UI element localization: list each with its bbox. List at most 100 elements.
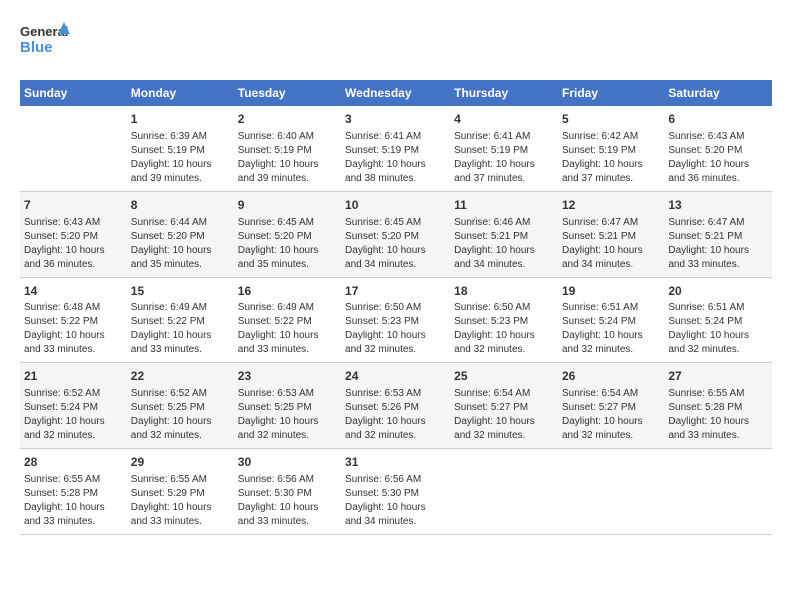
- calendar-row: 28 Sunrise: 6:55 AM Sunset: 5:28 PM Dayli…: [20, 449, 772, 535]
- calendar-cell: 24 Sunrise: 6:53 AM Sunset: 5:26 PM Dayli…: [341, 363, 450, 449]
- calendar-row: 1Sunrise: 6:39 AM Sunset: 5:19 PM Daylig…: [20, 106, 772, 191]
- calendar-row: 21 Sunrise: 6:52 AM Sunset: 5:24 PM Dayli…: [20, 363, 772, 449]
- day-info: Sunrise: 6:45 AM Sunset: 5:20 PM Dayligh…: [238, 216, 337, 272]
- weekday-header: Thursday: [450, 80, 558, 106]
- calendar-cell: 28 Sunrise: 6:55 AM Sunset: 5:28 PM Dayli…: [20, 449, 127, 535]
- day-info: Sunrise: 6:46 AM Sunset: 5:21 PM Dayligh…: [454, 216, 554, 272]
- page-header: General Blue: [20, 20, 772, 64]
- day-number: 1: [131, 111, 230, 128]
- day-info: Sunrise: 6:55 AM Sunset: 5:28 PM Dayligh…: [668, 387, 768, 443]
- calendar-cell: 1Sunrise: 6:39 AM Sunset: 5:19 PM Daylig…: [127, 106, 234, 191]
- day-info: Sunrise: 6:51 AM Sunset: 5:24 PM Dayligh…: [562, 301, 660, 357]
- day-info: Sunrise: 6:55 AM Sunset: 5:28 PM Dayligh…: [24, 473, 123, 529]
- weekday-header: Wednesday: [341, 80, 450, 106]
- day-info: Sunrise: 6:55 AM Sunset: 5:29 PM Dayligh…: [131, 473, 230, 529]
- calendar-cell: 3Sunrise: 6:41 AM Sunset: 5:19 PM Daylig…: [341, 106, 450, 191]
- day-number: 26: [562, 368, 660, 385]
- day-info: Sunrise: 6:56 AM Sunset: 5:30 PM Dayligh…: [345, 473, 446, 529]
- day-number: 21: [24, 368, 123, 385]
- day-info: Sunrise: 6:53 AM Sunset: 5:25 PM Dayligh…: [238, 387, 337, 443]
- day-number: 23: [238, 368, 337, 385]
- calendar-cell: [20, 106, 127, 191]
- calendar-cell: 11 Sunrise: 6:46 AM Sunset: 5:21 PM Dayli…: [450, 191, 558, 277]
- calendar-table: SundayMondayTuesdayWednesdayThursdayFrid…: [20, 80, 772, 535]
- day-number: 8: [131, 197, 230, 214]
- day-info: Sunrise: 6:41 AM Sunset: 5:19 PM Dayligh…: [345, 130, 446, 186]
- calendar-cell: 26Sunrise: 6:54 AM Sunset: 5:27 PM Dayli…: [558, 363, 664, 449]
- day-number: 5: [562, 111, 660, 128]
- day-info: Sunrise: 6:42 AM Sunset: 5:19 PM Dayligh…: [562, 130, 660, 186]
- day-info: Sunrise: 6:54 AM Sunset: 5:27 PM Dayligh…: [454, 387, 554, 443]
- day-info: Sunrise: 6:45 AM Sunset: 5:20 PM Dayligh…: [345, 216, 446, 272]
- calendar-cell: 16Sunrise: 6:49 AM Sunset: 5:22 PM Dayli…: [234, 277, 341, 363]
- day-number: 2: [238, 111, 337, 128]
- weekday-header: Tuesday: [234, 80, 341, 106]
- calendar-cell: [450, 449, 558, 535]
- day-number: 7: [24, 197, 123, 214]
- weekday-header: Saturday: [664, 80, 772, 106]
- day-number: 4: [454, 111, 554, 128]
- day-number: 29: [131, 454, 230, 471]
- calendar-cell: 7 Sunrise: 6:43 AM Sunset: 5:20 PM Daylig…: [20, 191, 127, 277]
- day-number: 24: [345, 368, 446, 385]
- day-info: Sunrise: 6:43 AM Sunset: 5:20 PM Dayligh…: [24, 216, 123, 272]
- day-info: Sunrise: 6:52 AM Sunset: 5:25 PM Dayligh…: [131, 387, 230, 443]
- calendar-cell: 27 Sunrise: 6:55 AM Sunset: 5:28 PM Dayli…: [664, 363, 772, 449]
- day-info: Sunrise: 6:51 AM Sunset: 5:24 PM Dayligh…: [668, 301, 768, 357]
- day-number: 9: [238, 197, 337, 214]
- day-number: 11: [454, 197, 554, 214]
- day-number: 30: [238, 454, 337, 471]
- calendar-cell: 5 Sunrise: 6:42 AM Sunset: 5:19 PM Daylig…: [558, 106, 664, 191]
- day-number: 17: [345, 283, 446, 300]
- calendar-cell: [558, 449, 664, 535]
- day-info: Sunrise: 6:47 AM Sunset: 5:21 PM Dayligh…: [668, 216, 768, 272]
- day-number: 14: [24, 283, 123, 300]
- calendar-cell: 30 Sunrise: 6:56 AM Sunset: 5:30 PM Dayli…: [234, 449, 341, 535]
- weekday-header: Sunday: [20, 80, 127, 106]
- day-number: 13: [668, 197, 768, 214]
- calendar-cell: 9 Sunrise: 6:45 AM Sunset: 5:20 PM Daylig…: [234, 191, 341, 277]
- day-info: Sunrise: 6:52 AM Sunset: 5:24 PM Dayligh…: [24, 387, 123, 443]
- calendar-cell: 8 Sunrise: 6:44 AM Sunset: 5:20 PM Daylig…: [127, 191, 234, 277]
- day-number: 27: [668, 368, 768, 385]
- day-number: 18: [454, 283, 554, 300]
- svg-text:Blue: Blue: [20, 39, 53, 56]
- day-info: Sunrise: 6:40 AM Sunset: 5:19 PM Dayligh…: [238, 130, 337, 186]
- calendar-cell: 29 Sunrise: 6:55 AM Sunset: 5:29 PM Dayli…: [127, 449, 234, 535]
- calendar-cell: 2 Sunrise: 6:40 AM Sunset: 5:19 PM Daylig…: [234, 106, 341, 191]
- day-info: Sunrise: 6:53 AM Sunset: 5:26 PM Dayligh…: [345, 387, 446, 443]
- calendar-cell: 12Sunrise: 6:47 AM Sunset: 5:21 PM Dayli…: [558, 191, 664, 277]
- day-info: Sunrise: 6:44 AM Sunset: 5:20 PM Dayligh…: [131, 216, 230, 272]
- logo-icon: General Blue: [20, 20, 70, 64]
- day-number: 28: [24, 454, 123, 471]
- day-info: Sunrise: 6:41 AM Sunset: 5:19 PM Dayligh…: [454, 130, 554, 186]
- calendar-cell: [664, 449, 772, 535]
- calendar-cell: 10 Sunrise: 6:45 AM Sunset: 5:20 PM Dayli…: [341, 191, 450, 277]
- calendar-cell: 31 Sunrise: 6:56 AM Sunset: 5:30 PM Dayli…: [341, 449, 450, 535]
- calendar-cell: 19Sunrise: 6:51 AM Sunset: 5:24 PM Dayli…: [558, 277, 664, 363]
- calendar-cell: 17Sunrise: 6:50 AM Sunset: 5:23 PM Dayli…: [341, 277, 450, 363]
- weekday-header: Monday: [127, 80, 234, 106]
- calendar-cell: 4 Sunrise: 6:41 AM Sunset: 5:19 PM Daylig…: [450, 106, 558, 191]
- day-number: 15: [131, 283, 230, 300]
- day-info: Sunrise: 6:50 AM Sunset: 5:23 PM Dayligh…: [454, 301, 554, 357]
- weekday-header: Friday: [558, 80, 664, 106]
- calendar-header-row: SundayMondayTuesdayWednesdayThursdayFrid…: [20, 80, 772, 106]
- day-number: 19: [562, 283, 660, 300]
- day-number: 10: [345, 197, 446, 214]
- calendar-cell: 22 Sunrise: 6:52 AM Sunset: 5:25 PM Dayli…: [127, 363, 234, 449]
- day-info: Sunrise: 6:49 AM Sunset: 5:22 PM Dayligh…: [131, 301, 230, 357]
- day-info: Sunrise: 6:48 AM Sunset: 5:22 PM Dayligh…: [24, 301, 123, 357]
- day-info: Sunrise: 6:56 AM Sunset: 5:30 PM Dayligh…: [238, 473, 337, 529]
- calendar-cell: 13 Sunrise: 6:47 AM Sunset: 5:21 PM Dayli…: [664, 191, 772, 277]
- calendar-cell: 18Sunrise: 6:50 AM Sunset: 5:23 PM Dayli…: [450, 277, 558, 363]
- calendar-cell: 25Sunrise: 6:54 AM Sunset: 5:27 PM Dayli…: [450, 363, 558, 449]
- day-number: 22: [131, 368, 230, 385]
- day-info: Sunrise: 6:50 AM Sunset: 5:23 PM Dayligh…: [345, 301, 446, 357]
- day-number: 20: [668, 283, 768, 300]
- calendar-cell: 23 Sunrise: 6:53 AM Sunset: 5:25 PM Dayli…: [234, 363, 341, 449]
- day-info: Sunrise: 6:47 AM Sunset: 5:21 PM Dayligh…: [562, 216, 660, 272]
- day-info: Sunrise: 6:49 AM Sunset: 5:22 PM Dayligh…: [238, 301, 337, 357]
- calendar-cell: 15Sunrise: 6:49 AM Sunset: 5:22 PM Dayli…: [127, 277, 234, 363]
- day-number: 31: [345, 454, 446, 471]
